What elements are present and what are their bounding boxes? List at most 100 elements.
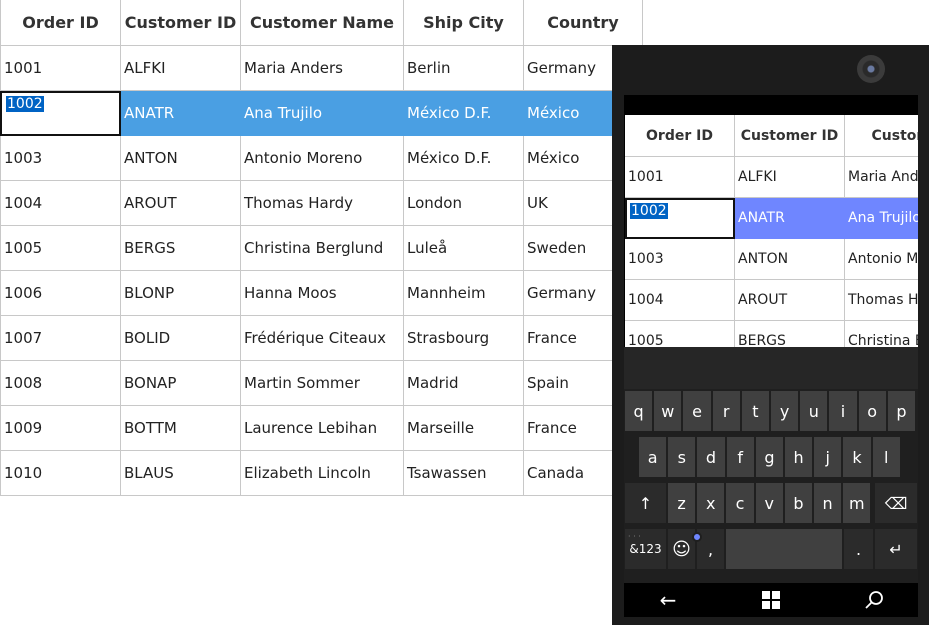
cell-ship-city[interactable]: Luleå (404, 226, 524, 271)
cell-ship-city[interactable]: Madrid (404, 361, 524, 406)
phone-cell-customer-name[interactable]: Antonio Moreno (845, 239, 918, 280)
column-header-customer-id[interactable]: Customer ID (121, 0, 241, 46)
space-key[interactable] (726, 529, 842, 569)
cell-customer-id[interactable]: BLAUS (121, 451, 241, 496)
windows-home-icon[interactable] (741, 583, 801, 617)
shift-key[interactable]: ↑ (625, 483, 666, 523)
cell-customer-name[interactable]: Thomas Hardy (241, 181, 404, 226)
table-row[interactable]: 1009 BOTTM Laurence Lebihan Marseille France (0, 406, 643, 451)
cell-customer-name[interactable]: Frédérique Citeaux (241, 316, 404, 361)
key-j[interactable]: j (814, 437, 842, 477)
phone-column-header-customer-id[interactable]: Customer ID (735, 115, 845, 157)
phone-table-row[interactable]: 1005BERGSChristina Berglund (625, 321, 918, 347)
table-row[interactable]: 1005 BERGS Christina Berglund Luleå Sweden (0, 226, 643, 271)
key-n[interactable]: n (814, 483, 842, 523)
phone-cell-customer-name[interactable]: Ana Trujilo (845, 198, 918, 239)
cell-customer-name[interactable]: Ana Trujilo (241, 91, 404, 136)
phone-selected-edit-text[interactable]: 1002 (630, 203, 668, 219)
cell-order-id[interactable]: 1001 (0, 46, 121, 91)
key-o[interactable]: o (858, 391, 886, 431)
cell-editor-order-id[interactable]: 1002 (0, 91, 121, 136)
key-h[interactable]: h (785, 437, 813, 477)
phone-column-header-customer-name[interactable]: Customer Name (845, 115, 918, 157)
cell-customer-name[interactable]: Martin Sommer (241, 361, 404, 406)
key-g[interactable]: g (755, 437, 783, 477)
cell-order-id[interactable]: 1009 (0, 406, 121, 451)
column-header-order-id[interactable]: Order ID (0, 0, 121, 46)
table-row[interactable]: 1001 ALFKI Maria Anders Berlin Germany (0, 46, 643, 91)
key-z[interactable]: z (668, 483, 696, 523)
cell-customer-id[interactable]: AROUT (121, 181, 241, 226)
cell-customer-id[interactable]: ANTON (121, 136, 241, 181)
phone-table-row[interactable]: 1003ANTONAntonio Moreno (625, 239, 918, 280)
phone-table-row[interactable]: 1002 ANATR Ana Trujilo (625, 198, 918, 239)
enter-key[interactable]: ↵ (875, 529, 917, 569)
key-f[interactable]: f (726, 437, 754, 477)
key-t[interactable]: t (741, 391, 769, 431)
phone-cell-customer-name[interactable]: Thomas Hardy (845, 280, 918, 321)
cell-ship-city[interactable]: Berlin (404, 46, 524, 91)
key-m[interactable]: m (843, 483, 871, 523)
table-row[interactable]: 1004 AROUT Thomas Hardy London UK (0, 181, 643, 226)
cell-order-id[interactable]: 1008 (0, 361, 121, 406)
cell-order-id[interactable]: 1005 (0, 226, 121, 271)
cell-ship-city[interactable]: México D.F. (404, 136, 524, 181)
cell-customer-id[interactable]: BERGS (121, 226, 241, 271)
column-header-ship-city[interactable]: Ship City (404, 0, 524, 46)
table-row[interactable]: 1006 BLONP Hanna Moos Mannheim Germany (0, 271, 643, 316)
cell-customer-id[interactable]: BOLID (121, 316, 241, 361)
phone-cell-customer-id[interactable]: ANATR (735, 198, 845, 239)
cell-customer-id[interactable]: BONAP (121, 361, 241, 406)
cell-customer-id[interactable]: ANATR (121, 91, 241, 136)
table-row[interactable]: 1010 BLAUS Elizabeth Lincoln Tsawassen Canad… (0, 451, 643, 496)
search-icon[interactable] (844, 583, 904, 617)
phone-cell-editor-order-id[interactable]: 1002 (625, 198, 735, 239)
cell-ship-city[interactable]: Strasbourg (404, 316, 524, 361)
table-row[interactable]: 1003 ANTON Antonio Moreno México D.F. México (0, 136, 643, 181)
cell-customer-name[interactable]: Christina Berglund (241, 226, 404, 271)
cell-ship-city[interactable]: Marseille (404, 406, 524, 451)
key-i[interactable]: i (829, 391, 857, 431)
cell-ship-city[interactable]: Mannheim (404, 271, 524, 316)
table-row[interactable]: 1007 BOLID Frédérique Citeaux Strasbourg Fra… (0, 316, 643, 361)
phone-cell-order-id[interactable]: 1005 (625, 321, 735, 347)
cell-customer-name[interactable]: Laurence Lebihan (241, 406, 404, 451)
cell-ship-city[interactable]: London (404, 181, 524, 226)
key-l[interactable]: l (872, 437, 900, 477)
key-v[interactable]: v (755, 483, 783, 523)
selected-edit-text[interactable]: 1002 (6, 96, 44, 112)
cell-order-id[interactable]: 1003 (0, 136, 121, 181)
table-row[interactable]: 1008 BONAP Martin Sommer Madrid Spain (0, 361, 643, 406)
cell-ship-city[interactable]: Tsawassen (404, 451, 524, 496)
cell-customer-name[interactable]: Maria Anders (241, 46, 404, 91)
cell-customer-name[interactable]: Elizabeth Lincoln (241, 451, 404, 496)
key-c[interactable]: c (726, 483, 754, 523)
phone-table-row[interactable]: 1001ALFKIMaria Anders (625, 157, 918, 198)
orders-data-grid[interactable]: Order ID Customer ID Customer Name Ship … (0, 0, 643, 496)
cell-customer-id[interactable]: BLONP (121, 271, 241, 316)
phone-cell-customer-id[interactable]: ALFKI (735, 157, 845, 198)
phone-table-row[interactable]: 1004AROUTThomas Hardy (625, 280, 918, 321)
cell-order-id[interactable]: 1007 (0, 316, 121, 361)
cell-customer-name[interactable]: Hanna Moos (241, 271, 404, 316)
emoji-key[interactable]: ☺ (668, 529, 695, 569)
period-key[interactable]: . (844, 529, 873, 569)
column-header-customer-name[interactable]: Customer Name (241, 0, 404, 46)
key-s[interactable]: s (668, 437, 696, 477)
key-r[interactable]: r (712, 391, 740, 431)
phone-cell-order-id[interactable]: 1003 (625, 239, 735, 280)
phone-cell-customer-id[interactable]: ANTON (735, 239, 845, 280)
back-arrow-icon[interactable]: ← (638, 583, 698, 617)
key-w[interactable]: w (654, 391, 682, 431)
phone-column-header-order-id[interactable]: Order ID (625, 115, 735, 157)
cell-order-id[interactable]: 1004 (0, 181, 121, 226)
cell-order-id[interactable]: 1006 (0, 271, 121, 316)
key-p[interactable]: p (887, 391, 915, 431)
key-b[interactable]: b (784, 483, 812, 523)
phone-cell-order-id[interactable]: 1004 (625, 280, 735, 321)
key-d[interactable]: d (697, 437, 725, 477)
key-u[interactable]: u (800, 391, 828, 431)
cell-customer-id[interactable]: BOTTM (121, 406, 241, 451)
cell-ship-city[interactable]: México D.F. (404, 91, 524, 136)
key-e[interactable]: e (683, 391, 711, 431)
